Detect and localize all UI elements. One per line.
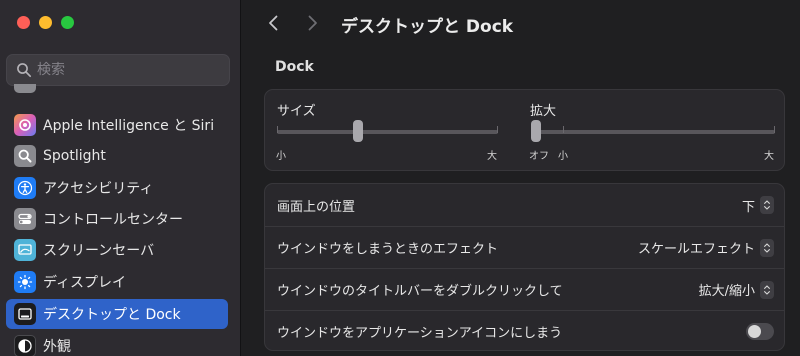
window-controls <box>17 16 74 29</box>
magnification-tick-min <box>563 126 564 133</box>
sidebar-item-accessibility[interactable]: アクセシビリティ <box>6 173 228 203</box>
double-click-title-bar-row: ウインドウのタイトルバーをダブルクリックして 拡大/縮小 <box>265 268 784 310</box>
size-min-label: 小 <box>276 151 286 162</box>
sidebar-item-apple-intelligence-siri[interactable]: Apple Intelligence と Siri <box>6 110 228 140</box>
up-down-chevron-icon <box>760 280 774 299</box>
dock-sliders-card: サイズ 小 大 拡大 オフ 小 大 <box>264 89 785 171</box>
magnification-slider-knob[interactable] <box>531 120 541 142</box>
magnification-label: 拡大 <box>530 104 557 119</box>
size-label: サイズ <box>277 104 316 119</box>
size-tick-max <box>497 126 498 133</box>
sidebar-item-appearance[interactable]: 外観 <box>6 331 228 356</box>
apple-intelligence-siri-icon <box>14 114 36 136</box>
search-input[interactable] <box>37 60 222 80</box>
close-window-button[interactable] <box>17 16 30 29</box>
magnification-tick-max <box>774 126 775 133</box>
magnification-max-label: 大 <box>764 151 774 162</box>
back-chevron-icon[interactable] <box>264 13 284 33</box>
sidebar-item-label: Spotlight <box>43 148 106 164</box>
minimize-window-button[interactable] <box>39 16 52 29</box>
search-field[interactable] <box>6 54 230 86</box>
minimize-effect-popup[interactable]: スケールエフェクト <box>638 238 774 257</box>
up-down-chevron-icon <box>760 196 774 214</box>
double-click-title-bar-label: ウインドウのタイトルバーをダブルクリックして <box>277 284 563 299</box>
position-on-screen-popup[interactable]: 下 <box>742 196 774 215</box>
sidebar-item-display[interactable]: ディスプレイ <box>6 267 228 297</box>
minimize-into-app-icon-row: ウインドウをアプリケーションアイコンにしまう <box>265 310 784 352</box>
minimize-effect-row: ウインドウをしまうときのエフェクト スケールエフェクト <box>265 226 784 268</box>
dock-options-card: 画面上の位置 下 ウインドウをしまうときのエフェクト スケールエフェクト ウイン… <box>264 183 785 351</box>
sidebar-item-screen-saver[interactable]: スクリーンセーバ <box>6 235 228 265</box>
forward-chevron-icon[interactable] <box>302 13 322 33</box>
magnification-slider-track[interactable] <box>532 130 775 134</box>
popup-value: 下 <box>741 199 755 215</box>
desktop-dock-icon <box>14 303 36 325</box>
toggle-thumb <box>748 325 761 338</box>
size-tick-min <box>277 126 278 133</box>
dock-section-title: Dock <box>275 59 314 75</box>
magnification-off-label: オフ <box>529 151 549 162</box>
control-center-icon <box>14 208 36 230</box>
zoom-window-button[interactable] <box>61 16 74 29</box>
double-click-title-bar-popup[interactable]: 拡大/縮小 <box>699 280 774 299</box>
sidebar-item-label: デスクトップと Dock <box>43 307 181 323</box>
minimize-into-app-icon-label: ウインドウをアプリケーションアイコンにしまう <box>277 326 563 341</box>
popup-value: 拡大/縮小 <box>698 284 755 299</box>
sidebar-item-partial[interactable] <box>6 84 228 96</box>
sidebar-item-spotlight[interactable]: Spotlight <box>6 141 228 171</box>
accessibility-icon <box>14 177 36 199</box>
page-title: デスクトップと Dock <box>341 17 514 37</box>
main-pane: デスクトップと Dock Dock サイズ 小 大 拡大 オフ 小 大 画面上の… <box>242 0 800 356</box>
position-on-screen-row: 画面上の位置 下 <box>265 184 784 226</box>
spotlight-icon <box>14 145 36 167</box>
size-slider-knob[interactable] <box>352 120 363 142</box>
search-icon <box>17 63 32 78</box>
sidebar-item-label: ディスプレイ <box>43 275 127 291</box>
popup-value: スケールエフェクト <box>637 242 755 257</box>
magnification-min-label: 小 <box>558 151 568 162</box>
sidebar-item-label: スクリーンセーバ <box>43 243 155 259</box>
sidebar: Apple Intelligence と Siri Spotlight アクセシ… <box>0 0 241 356</box>
general-icon <box>14 84 36 93</box>
display-brightness-icon <box>14 271 36 293</box>
minimize-into-app-icon-toggle[interactable] <box>746 323 774 340</box>
sidebar-item-label: コントロールセンター <box>43 212 183 228</box>
up-down-chevron-icon <box>760 238 774 257</box>
minimize-effect-label: ウインドウをしまうときのエフェクト <box>277 242 499 257</box>
sidebar-item-label: アクセシビリティ <box>43 181 154 197</box>
size-slider-track[interactable] <box>277 130 498 134</box>
sidebar-item-label: 外観 <box>43 339 71 355</box>
position-on-screen-label: 画面上の位置 <box>277 199 356 215</box>
sidebar-item-label: Apple Intelligence と Siri <box>43 118 215 134</box>
size-max-label: 大 <box>487 151 497 162</box>
screen-saver-icon <box>14 239 36 261</box>
sidebar-item-desktop-dock[interactable]: デスクトップと Dock <box>6 299 228 329</box>
appearance-icon <box>14 335 36 356</box>
sidebar-item-control-center[interactable]: コントロールセンター <box>6 204 228 234</box>
